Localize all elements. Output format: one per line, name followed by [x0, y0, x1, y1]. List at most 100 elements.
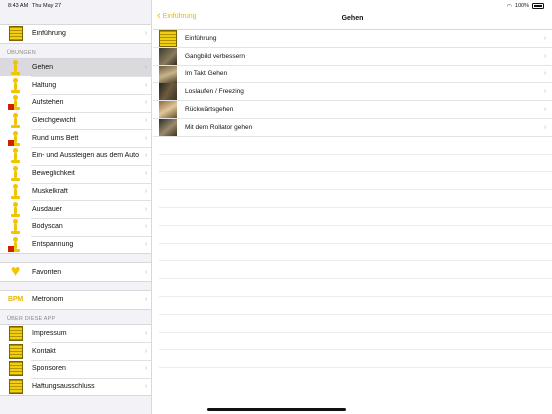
- sidebar-item-label: Impressum: [32, 329, 67, 337]
- sidebar-item-label: Aufstehen: [32, 99, 64, 107]
- info-box-icon: [7, 379, 24, 395]
- sidebar: Einführung › ÜBUNGEN Gehen › Haltung › Aufst…: [0, 0, 152, 414]
- sidebar-item-aufstehen[interactable]: Aufstehen ›: [0, 94, 151, 112]
- back-button[interactable]: ‹ Einführung: [157, 10, 197, 22]
- chevron-right-icon: ›: [144, 152, 148, 160]
- sidebar-item-entspannung[interactable]: Entspannung ›: [0, 235, 151, 254]
- empty-row-separator: [159, 333, 552, 351]
- chevron-right-icon: ›: [144, 187, 148, 195]
- thumbnail-image: [159, 65, 177, 83]
- sidebar-item-bodyscan[interactable]: Bodyscan ›: [0, 217, 151, 236]
- sidebar-item-muskelkraft[interactable]: Muskelkraft ›: [0, 182, 151, 201]
- list-item[interactable]: Loslaufen / Freezing ›: [153, 83, 552, 102]
- empty-row-separator: [159, 137, 552, 155]
- empty-row-separator: [159, 350, 552, 369]
- chevron-right-icon: ›: [543, 52, 547, 60]
- status-time: 8:43 AM: [8, 3, 29, 9]
- empty-row-separator: [159, 226, 552, 244]
- info-box-icon: [7, 343, 24, 359]
- sidebar-group-uebungen: Gehen › Haltung › Aufstehen › Gleichgewicht › Ru…: [0, 57, 151, 255]
- chevron-right-icon: ›: [144, 81, 148, 89]
- sidebar-item-beweglichkeit[interactable]: Beweglichkeit ›: [0, 164, 151, 183]
- empty-row-separator: [159, 172, 552, 191]
- chevron-right-icon: ›: [144, 205, 148, 213]
- list-item-label: Gangbild verbessern: [185, 52, 245, 60]
- sidebar-item-haftungsausschluss[interactable]: Haftungsausschluss ›: [0, 377, 151, 396]
- chevron-right-icon: ›: [543, 70, 547, 78]
- sidebar-item-impressum[interactable]: Impressum ›: [0, 325, 151, 343]
- sidebar-item-label: Gehen: [32, 64, 54, 72]
- sidebar-item-label: Beweglichkeit: [32, 170, 75, 178]
- sidebar-group-app: Impressum › Kontakt › Sponsoren › Haftungsauss…: [0, 323, 151, 397]
- empty-row-separator: [159, 315, 552, 333]
- status-right: ◠ 100%: [507, 3, 544, 10]
- endurance-figure-icon: [7, 201, 24, 217]
- info-box-icon: [7, 325, 24, 341]
- battery-percent: 100%: [514, 3, 529, 9]
- sidebar-item-ausdauer[interactable]: Ausdauer ›: [0, 200, 151, 218]
- chevron-right-icon: ›: [144, 329, 148, 337]
- sidebar-group-favoriten: ♥ Favoriten ›: [0, 262, 151, 282]
- sidebar-item-einfuehrung[interactable]: Einführung ›: [0, 25, 151, 43]
- sidebar-item-metronom[interactable]: BPM Metronom ›: [0, 291, 151, 309]
- empty-row-separator: [159, 190, 552, 208]
- chevron-right-icon: ›: [543, 123, 547, 131]
- sidebar-item-favoriten[interactable]: ♥ Favoriten ›: [0, 263, 151, 281]
- chevron-right-icon: ›: [144, 296, 148, 304]
- detail-pane: ‹ Einführung Gehen Einführung › Gangbild v…: [153, 0, 552, 414]
- battery-icon: [532, 3, 544, 9]
- chevron-right-icon: ›: [144, 30, 148, 38]
- list-item-label: Loslaufen / Freezing: [185, 88, 244, 96]
- chevron-right-icon: ›: [144, 117, 148, 125]
- chevron-right-icon: ›: [144, 240, 148, 248]
- sidebar-item-sponsoren[interactable]: Sponsoren ›: [0, 360, 151, 378]
- info-box-icon: [159, 29, 177, 47]
- list-item[interactable]: Im Takt Gehen ›: [153, 65, 552, 84]
- chevron-right-icon: ›: [543, 106, 547, 114]
- sidebar-item-label: Gleichgewicht: [32, 117, 76, 125]
- empty-row-separator: [159, 208, 552, 226]
- info-box-icon: [7, 361, 24, 377]
- walking-figure-icon: [7, 60, 24, 76]
- stand-up-figure-icon: [7, 95, 24, 111]
- mobility-figure-icon: [7, 166, 24, 182]
- list-item[interactable]: Mit dem Rollator gehen ›: [153, 118, 552, 137]
- sidebar-item-label: Rund ums Bett: [32, 134, 79, 142]
- chevron-left-icon: ‹: [157, 10, 161, 22]
- sidebar-item-kontakt[interactable]: Kontakt ›: [0, 342, 151, 360]
- sidebar-item-label: Entspannung: [32, 240, 74, 248]
- sidebar-item-rund-ums-bett[interactable]: Rund ums Bett ›: [0, 129, 151, 147]
- chevron-right-icon: ›: [144, 64, 148, 72]
- empty-list-area: [153, 137, 552, 369]
- sidebar-item-label: Kontakt: [32, 347, 56, 355]
- list-item-label: Rückwärtsgehen: [185, 106, 234, 114]
- home-indicator: [207, 408, 346, 411]
- sidebar-item-gleichgewicht[interactable]: Gleichgewicht ›: [0, 111, 151, 130]
- thumbnail-image: [159, 118, 177, 136]
- empty-row-separator: [159, 244, 552, 262]
- section-header-app: ÜBER DIESE APP: [7, 315, 56, 322]
- sidebar-item-haltung[interactable]: Haltung ›: [0, 76, 151, 94]
- chevron-right-icon: ›: [543, 34, 547, 42]
- list-item[interactable]: Einführung ›: [153, 29, 552, 48]
- sidebar-item-ein-und-aussteigen-aus-dem-auto[interactable]: Ein- und Aussteigen aus dem Auto ›: [0, 147, 151, 165]
- car-figure-icon: [7, 148, 24, 164]
- section-header-uebungen: ÜBUNGEN: [7, 49, 36, 56]
- sidebar-item-gehen[interactable]: Gehen ›: [0, 58, 151, 77]
- list-item[interactable]: Rückwärtsgehen ›: [153, 101, 552, 119]
- thumbnail-image: [159, 47, 177, 65]
- list-item-label: Einführung: [185, 34, 217, 42]
- chevron-right-icon: ›: [144, 268, 148, 276]
- list-item[interactable]: Gangbild verbessern ›: [153, 47, 552, 66]
- list-item-label: Mit dem Rollator gehen: [185, 123, 253, 131]
- sidebar-item-label: Muskelkraft: [32, 187, 68, 195]
- sidebar-group-intro: Einführung ›: [0, 24, 151, 44]
- detail-list: Einführung › Gangbild verbessern › Im Takt G…: [153, 29, 552, 137]
- bodyscan-figure-icon: [7, 219, 24, 235]
- chevron-right-icon: ›: [144, 365, 148, 373]
- sidebar-item-label: Bodyscan: [32, 223, 63, 231]
- empty-row-separator: [159, 279, 552, 297]
- posture-figure-icon: [7, 77, 24, 93]
- balance-figure-icon: [7, 113, 24, 129]
- sidebar-item-label: Ein- und Aussteigen aus dem Auto: [32, 152, 140, 160]
